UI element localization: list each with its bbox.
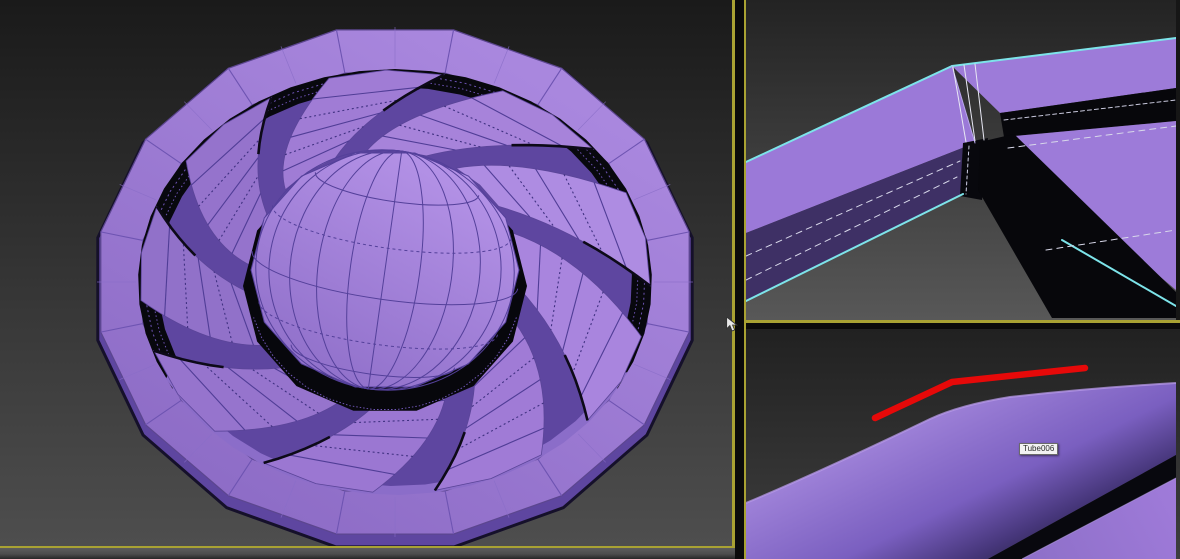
object-tooltip: Tube006 xyxy=(1019,443,1059,455)
application-window: Tube006 xyxy=(0,0,1180,559)
viewport-border-right xyxy=(743,0,746,559)
viewport-closeup-edges[interactable] xyxy=(746,0,1176,321)
window-bottom-strip xyxy=(0,548,735,559)
viewport-border-left xyxy=(732,0,735,546)
viewport-perspective-main[interactable] xyxy=(0,0,733,546)
mouse-cursor xyxy=(726,317,738,332)
viewport-right-edge xyxy=(1176,0,1180,321)
viewport-splitter-horizontal[interactable] xyxy=(746,322,1180,329)
viewport-smooth-shaded[interactable] xyxy=(746,329,1180,559)
viewport-splitter-vertical[interactable] xyxy=(734,0,744,559)
